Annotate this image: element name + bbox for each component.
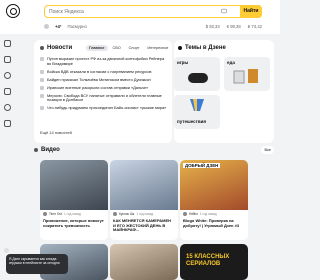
list-item[interactable]: Что-нибудь придумано присоединил Байо-си… — [40, 105, 168, 111]
search-input[interactable] — [49, 7, 209, 16]
video-thumbnail — [110, 160, 178, 210]
yandex-logo-icon[interactable] — [6, 4, 20, 18]
disk-icon[interactable] — [3, 88, 11, 95]
video-thumbnail[interactable] — [110, 244, 178, 280]
thumbnail-caption: 15 КЛАССНЫХ СЕРИАЛОВ — [186, 254, 230, 267]
currency-rates[interactable]: $ 93,33 € 99,38 ₽ 74,42 — [206, 22, 262, 30]
video-card-title: Приложение, которые помогут сократить тр… — [43, 218, 104, 228]
mail-icon[interactable] — [3, 56, 11, 63]
notification-icon — [4, 248, 9, 253]
tab-interesting[interactable]: Интересное — [144, 45, 171, 51]
weather-label: Пасмурно — [67, 23, 87, 29]
channel-info: Куклис Шк 1 год назад — [113, 212, 153, 216]
tab-main[interactable]: Главное — [86, 45, 108, 51]
channel-info: Time Out 1 год назад — [43, 212, 81, 216]
source-icon — [40, 93, 44, 98]
dzen-title[interactable]: Темы в Дзене — [178, 45, 226, 51]
temperature: +4° — [55, 23, 62, 29]
topic-food[interactable]: еда — [224, 57, 270, 91]
video-card-title: Blogo White: Проверка на доброту! | Угрю… — [183, 218, 240, 228]
market-icon[interactable] — [3, 72, 11, 79]
top-bar: Найти +4° Пасмурно $ 93,33 € 99,38 ₽ 74,… — [0, 0, 280, 34]
list-item[interactable]: Войска ВДВ отказали в согласии с нагрева… — [40, 69, 168, 75]
keyboard-icon[interactable] — [221, 8, 227, 14]
list-item[interactable]: Иранские военные раскрыли состав отправк… — [40, 85, 168, 91]
news-card: Новости Главное СВО Спорт Интересное Мос… — [34, 40, 189, 143]
all-videos-button[interactable]: Все — [261, 146, 274, 154]
search-button[interactable]: Найти — [240, 4, 262, 18]
video-icon — [34, 148, 38, 152]
news-list: Путин выразил протест РФ из-за двоичной … — [40, 56, 168, 114]
video-header: Видео Все — [34, 146, 274, 158]
gamepad-icon — [188, 73, 208, 83]
video-card[interactable]: Куклис Шк 1 год назад КАК МЕНЯЕТСЯ КАМЕРА… — [110, 160, 178, 240]
weather-info[interactable]: +4° Пасмурно — [44, 22, 87, 30]
source-icon — [40, 57, 44, 62]
source-icon — [40, 85, 44, 90]
tab-svo[interactable]: СВО — [110, 45, 124, 51]
oil-rate: ₽ 74,42 — [247, 23, 262, 29]
news-icon — [40, 46, 44, 50]
balloon-icon — [190, 99, 204, 111]
list-item[interactable]: Путин выразил протест РФ из-за двоичной … — [40, 56, 168, 66]
channel-info: Hitfilm 1 год назад — [183, 212, 217, 216]
more-icon[interactable] — [3, 120, 11, 127]
left-rail — [0, 40, 14, 127]
source-icon — [40, 69, 44, 74]
video-card-title: КАК МЕНЯЕТСЯ КАМЕРАМЕН И ЕГО ЖЕСТОКИЙ ДЕ… — [113, 218, 172, 233]
video-title[interactable]: Видео — [34, 147, 60, 153]
video-card[interactable]: ДОБРЫЙ ДЗЕН Hitfilm 1 год назад Blogo Whi… — [180, 160, 248, 240]
food-icon — [233, 69, 258, 84]
topic-travel[interactable]: путешествия — [174, 95, 220, 129]
topic-games[interactable]: игры — [174, 57, 220, 91]
source-icon — [40, 77, 44, 82]
notification-toast[interactable]: Я Дзен скрывается как иногда игрушки в п… — [6, 254, 68, 274]
news-title[interactable]: Новости — [40, 45, 72, 51]
video-card[interactable]: Time Out 1 год назад Приложение, которые … — [40, 160, 108, 240]
eur-rate: € 99,38 — [226, 23, 241, 29]
usd-rate: $ 93,33 — [205, 23, 220, 29]
topic-more[interactable] — [224, 95, 270, 129]
music-icon[interactable] — [3, 104, 11, 111]
dzen-icon — [178, 46, 182, 50]
channel-avatar — [113, 212, 117, 216]
channel-avatar — [43, 212, 47, 216]
list-item[interactable]: Байден приказал Толкачёва Митинском вмес… — [40, 77, 168, 83]
weather-icon — [44, 23, 49, 29]
list-item[interactable]: Мерсию: Свобода ВСУ нанятые отправили и … — [40, 93, 168, 103]
source-icon — [40, 106, 44, 111]
tab-sport[interactable]: Спорт — [126, 45, 143, 51]
thumbnail-caption: ДОБРЫЙ ДЗЕН — [183, 163, 221, 168]
home-icon[interactable] — [3, 40, 11, 47]
video-thumbnail — [40, 160, 108, 210]
more-news-link[interactable]: Ещё 14 новостей — [40, 130, 72, 135]
channel-avatar — [183, 212, 187, 216]
search-box[interactable]: Найти — [44, 4, 262, 18]
